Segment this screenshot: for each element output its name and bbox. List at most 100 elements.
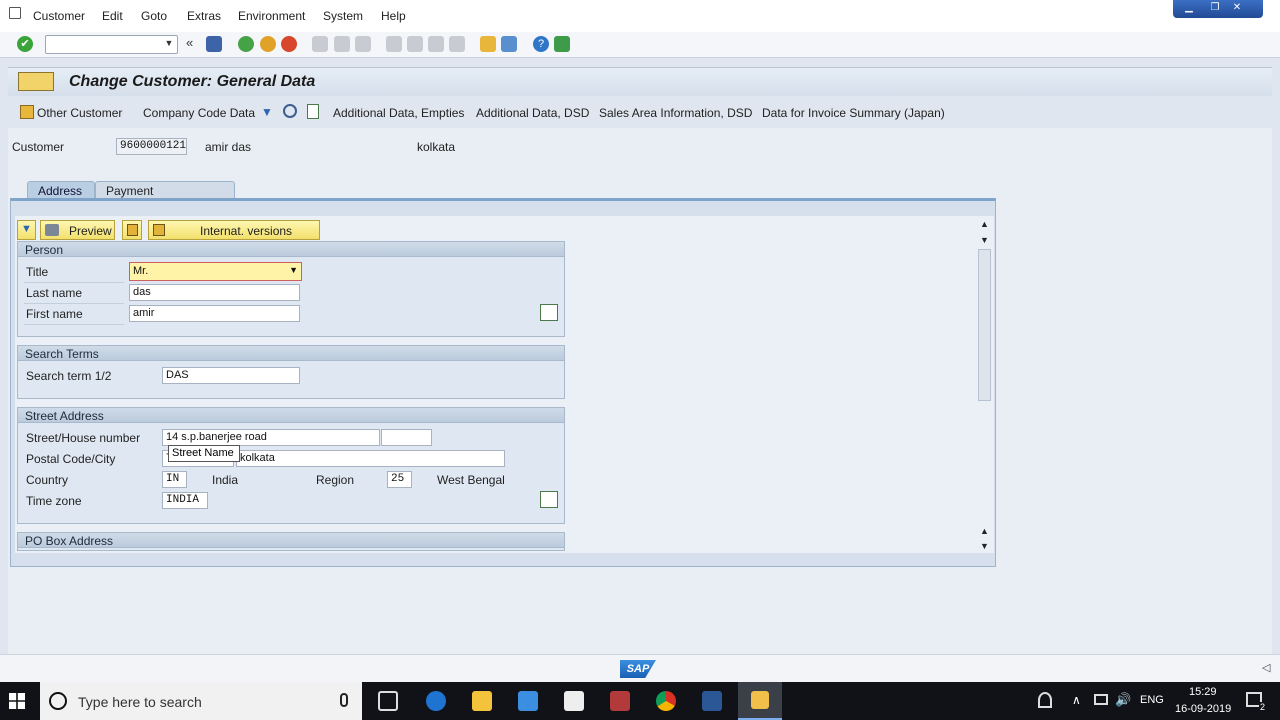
window-controls: ▁ ❐ ✕ — [1173, 0, 1263, 18]
po-box-group: PO Box Address — [17, 532, 565, 551]
menu-help[interactable]: Help — [381, 9, 406, 23]
title-select-value: Mr. — [133, 265, 149, 277]
additional-data-empties-button[interactable]: Additional Data, Empties — [333, 106, 464, 120]
divider — [24, 303, 124, 304]
help-icon[interactable]: ? — [533, 36, 549, 52]
title-select[interactable]: Mr. ▼ — [129, 262, 302, 281]
menu-customer[interactable]: Customer — [33, 9, 85, 23]
restore-icon[interactable]: ❐ — [1207, 2, 1223, 14]
other-customer-button[interactable]: Other Customer — [37, 106, 122, 120]
command-dropdown-icon[interactable]: ▼ — [162, 35, 176, 52]
expand-fields-icon[interactable] — [540, 491, 558, 508]
back-icon[interactable] — [238, 36, 254, 52]
house-number-field[interactable] — [381, 429, 432, 446]
first-page-icon — [386, 36, 402, 52]
exit-icon[interactable] — [260, 36, 276, 52]
page-title: Change Customer: General Data — [69, 73, 316, 90]
scroll-up-icon[interactable]: ▲ — [980, 526, 989, 536]
chevron-down-icon[interactable]: ▼ — [289, 265, 298, 275]
search-icon[interactable] — [283, 104, 297, 118]
previous-page-icon — [407, 36, 423, 52]
task-view-icon[interactable] — [378, 691, 398, 711]
double-chevron-left-icon[interactable]: « — [186, 36, 202, 52]
new-session-icon[interactable] — [480, 36, 496, 52]
timezone-field[interactable]: INDIA — [162, 492, 208, 509]
store-icon[interactable] — [518, 691, 538, 711]
search-term-field[interactable]: DAS — [162, 367, 300, 384]
first-name-field[interactable]: amir — [129, 305, 300, 322]
scroll-up-icon[interactable]: ▲ — [980, 219, 989, 229]
clock-time[interactable]: 15:29 — [1189, 686, 1217, 698]
street-field[interactable]: 14 s.p.banerjee road — [162, 429, 380, 446]
enter-check-icon[interactable]: ✔ — [17, 36, 33, 52]
file-explorer-icon[interactable] — [472, 691, 492, 711]
chrome-icon[interactable] — [656, 691, 676, 711]
lock-button[interactable] — [122, 220, 142, 240]
scroll-down-icon[interactable]: ▼ — [980, 541, 989, 551]
cancel-icon[interactable] — [281, 36, 297, 52]
show-hidden-icons-icon[interactable]: ∧ — [1072, 693, 1081, 707]
windows-start-icon[interactable] — [9, 693, 25, 709]
person-header: Person — [18, 242, 564, 257]
internat-versions-button[interactable]: Internat. versions — [148, 220, 320, 240]
mail-icon[interactable] — [564, 691, 584, 711]
triangle-left-icon[interactable]: ◁ — [1262, 661, 1270, 674]
edge-icon[interactable] — [426, 691, 446, 711]
vertical-scrollbar[interactable]: ▲ ▼ ▲ ▼ — [976, 216, 994, 553]
tab-address[interactable]: Address — [27, 181, 95, 199]
scroll-thumb[interactable] — [978, 249, 991, 401]
company-code-data-button[interactable]: Company Code Data — [143, 106, 255, 120]
language-indicator[interactable]: ENG — [1140, 694, 1164, 706]
customer-city: kolkata — [417, 140, 456, 154]
cortana-icon — [49, 692, 67, 710]
shortcut-icon[interactable] — [501, 36, 517, 52]
street-address-header: Street Address — [18, 408, 564, 423]
filter-icon[interactable]: ▼ — [261, 105, 273, 119]
find-next-icon — [355, 36, 371, 52]
city-field[interactable]: kolkata — [236, 450, 505, 467]
sap-menu-icon[interactable] — [9, 7, 21, 19]
microphone-icon[interactable] — [340, 693, 348, 707]
command-field[interactable] — [45, 35, 178, 54]
street-name-tooltip: Street Name — [168, 445, 240, 462]
collapse-toggle-button[interactable]: ▼ — [17, 220, 36, 240]
menu-goto[interactable]: Goto — [141, 9, 167, 23]
menu-edit[interactable]: Edit — [102, 9, 123, 23]
tab-payment-transactions[interactable]: Payment Transactions — [95, 181, 235, 212]
menu-bar: Customer Edit Goto Extras Environment Sy… — [0, 0, 1280, 32]
sap-logon-icon — [751, 691, 769, 709]
network-icon[interactable] — [1094, 694, 1108, 705]
expand-fields-icon[interactable] — [540, 304, 558, 321]
divider — [24, 324, 124, 325]
country-code-field[interactable]: IN — [162, 471, 187, 488]
customer-number-field[interactable]: 9600000121 — [116, 138, 187, 155]
transaction-menu-icon[interactable] — [18, 72, 54, 91]
country-label: Country — [26, 473, 69, 487]
clock-date[interactable]: 16-09-2019 — [1175, 703, 1231, 715]
country-name: India — [212, 473, 239, 487]
title-label: Title — [26, 265, 49, 279]
last-name-field[interactable]: das — [129, 284, 300, 301]
minimize-icon[interactable]: ▁ — [1181, 2, 1197, 14]
scroll-down-icon[interactable]: ▼ — [980, 235, 989, 245]
menu-environment[interactable]: Environment — [238, 9, 305, 23]
word-icon[interactable] — [702, 691, 722, 711]
preview-button[interactable]: Preview — [40, 220, 115, 240]
invoice-summary-japan-button[interactable]: Data for Invoice Summary (Japan) — [762, 106, 945, 120]
winrar-icon[interactable] — [610, 691, 630, 711]
sap-logon-taskbar-button[interactable] — [738, 682, 782, 720]
document-arrow-icon[interactable] — [307, 104, 319, 119]
additional-data-dsd-button[interactable]: Additional Data, DSD — [476, 106, 589, 120]
region-code-field[interactable]: 25 — [387, 471, 412, 488]
menu-system[interactable]: System — [323, 9, 363, 23]
save-icon[interactable] — [206, 36, 222, 52]
taskbar-search-box[interactable]: Type here to search — [40, 682, 362, 720]
application-toolbar: Other Customer Company Code Data ▼ Addit… — [8, 96, 1272, 128]
double-chevron-down-icon: ▼ — [21, 223, 32, 235]
volume-icon[interactable]: 🔊 — [1115, 692, 1131, 708]
layout-menu-icon[interactable] — [554, 36, 570, 52]
sales-area-info-dsd-button[interactable]: Sales Area Information, DSD — [599, 106, 752, 120]
menu-extras[interactable]: Extras — [187, 9, 221, 23]
people-icon[interactable] — [1038, 692, 1052, 708]
close-icon[interactable]: ✕ — [1229, 2, 1245, 14]
